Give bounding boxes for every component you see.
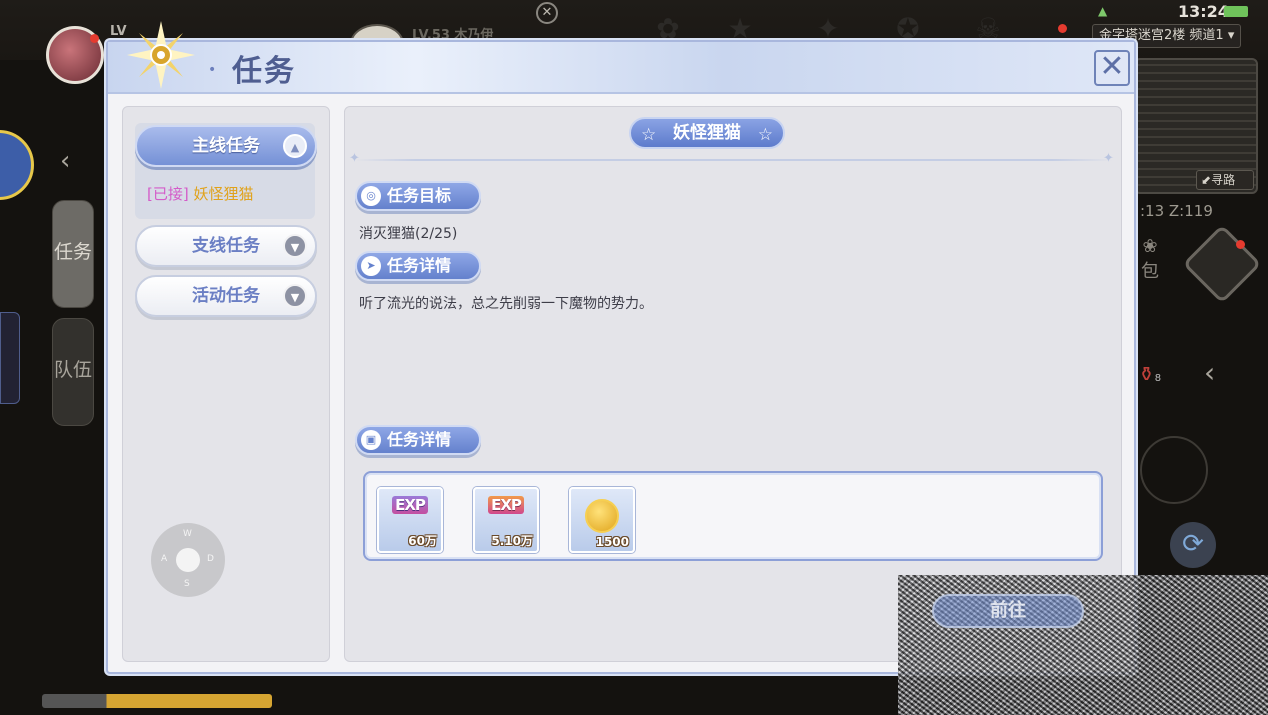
reward-item[interactable]: EXP 5.10万 [473, 487, 539, 553]
menu-notification-dot [1058, 24, 1067, 33]
left-edge-tab[interactable] [0, 312, 20, 404]
quest-list-name: 妖怪狸猫 [193, 185, 254, 203]
reward-item[interactable]: EXP 60万 [377, 487, 443, 553]
quest-status-tag: [已接] [147, 185, 189, 203]
tab-main-quest[interactable]: 主线任务 ▲ [135, 125, 317, 167]
joystick-knob[interactable] [176, 548, 200, 572]
exp-book-icon: EXP [379, 495, 441, 514]
details-header: ➤ 任务详情 [355, 251, 481, 281]
quest-category-nav: 主线任务 ▲ [已接] 妖怪狸猫 支线任务 ▼ 活动任务 ▼ W A D S [122, 106, 330, 662]
send-icon: ➤ [361, 256, 381, 276]
dpad-notification-dot [1236, 240, 1245, 249]
potion-icon[interactable]: ⚱8 [1138, 362, 1161, 386]
bag-label: 包 [1141, 261, 1159, 282]
rewards-box: EXP 60万 EXP 5.10万 1500 [363, 471, 1103, 561]
experience-bar [42, 694, 272, 708]
attack-joystick[interactable] [1140, 436, 1208, 504]
chevron-down-icon: ▾ [1227, 28, 1235, 43]
quest-title-banner: ☆ 妖怪狸猫 ☆ [629, 117, 785, 149]
star-icon: ☆ [757, 125, 773, 145]
zeny-coin-icon [571, 499, 633, 537]
seek-path-button[interactable]: ⬋寻路 [1196, 170, 1254, 190]
joystick-w: W [183, 529, 192, 539]
quest-title: 妖怪狸猫 [673, 123, 741, 143]
reward-amount: 5.10万 [491, 534, 533, 548]
compass-star-icon [127, 21, 195, 89]
coordinates: :13 Z:119 [1140, 202, 1213, 220]
panel-title: 任务 [232, 54, 296, 89]
collapse-up-icon: ▲ [283, 134, 307, 158]
objective-title: 任务目标 [387, 186, 452, 205]
event-badge[interactable] [0, 130, 34, 200]
refresh-icon[interactable]: ⟳ [1170, 522, 1216, 568]
quest-list-item[interactable]: [已接] 妖怪狸猫 [147, 183, 254, 204]
channel-name[interactable]: 频道1 [1189, 28, 1223, 43]
coin-shape [585, 499, 619, 533]
seek-path-icon: ⬋ [1201, 173, 1212, 187]
title-dots: • [208, 62, 217, 78]
details-text: 听了流光的说法，总之先削弱一下魔物的势力。 [359, 296, 653, 312]
gift-icon: ▣ [361, 430, 381, 450]
reward-badge: EXP [392, 496, 428, 514]
reward-badge: EXP [488, 496, 524, 514]
potion-count: 8 [1154, 373, 1162, 384]
avatar-notification-dot [90, 34, 99, 43]
clock: 13:24 [1178, 2, 1229, 21]
rewards-header: ▣ 任务详情 [355, 425, 481, 455]
star-icon: ☆ [641, 125, 657, 145]
bag-icon: ❀ [1142, 236, 1158, 257]
side-tab-quest[interactable]: 任务 [52, 200, 94, 308]
close-button[interactable]: ✕ [1094, 50, 1130, 86]
title-divider [355, 159, 1113, 161]
left-collapse-arrow-icon[interactable]: ‹ [60, 146, 70, 176]
side-tab-team-label: 队伍 [53, 359, 92, 381]
rewards-title: 任务详情 [387, 430, 452, 449]
bag-button[interactable]: ❀ 包 [1136, 236, 1164, 286]
joystick-s: S [184, 579, 190, 589]
right-collapse-arrow-icon[interactable]: ‹ [1204, 356, 1215, 389]
reward-amount: 1500 [595, 535, 629, 549]
panel-header: • 任务 ✕ [108, 21, 1134, 94]
wifi-icon: ▲ [1098, 4, 1108, 18]
battery-icon [1224, 6, 1248, 17]
reward-item[interactable]: 1500 [569, 487, 635, 553]
side-tab-team[interactable]: 队伍 [52, 318, 94, 426]
joystick-a: A [161, 554, 168, 564]
exp-star-icon: EXP [475, 495, 537, 514]
movement-joystick[interactable]: W A D S [151, 523, 225, 597]
objective-header: ◎ 任务目标 [355, 181, 481, 211]
go-button[interactable]: 前往 [932, 594, 1084, 628]
joystick-d: D [207, 554, 214, 564]
camera-dpad[interactable] [1182, 224, 1262, 304]
target-icon: ◎ [361, 186, 381, 206]
side-tab-quest-label: 任务 [53, 241, 92, 263]
expand-down-icon: ▼ [283, 284, 307, 308]
tab-event-quest[interactable]: 活动任务 ▼ [135, 275, 317, 317]
divider-diamond-icon: ✦ [1103, 151, 1114, 166]
details-title: 任务详情 [387, 256, 452, 275]
reward-amount: 60万 [408, 534, 437, 548]
tab-side-quest[interactable]: 支线任务 ▼ [135, 225, 317, 267]
seek-path-label: 寻路 [1211, 173, 1236, 187]
objective-text: 消灭狸猫(2/25) [359, 226, 458, 242]
hud-close-icon[interactable]: ✕ [536, 2, 558, 24]
expand-down-icon: ▼ [283, 234, 307, 258]
